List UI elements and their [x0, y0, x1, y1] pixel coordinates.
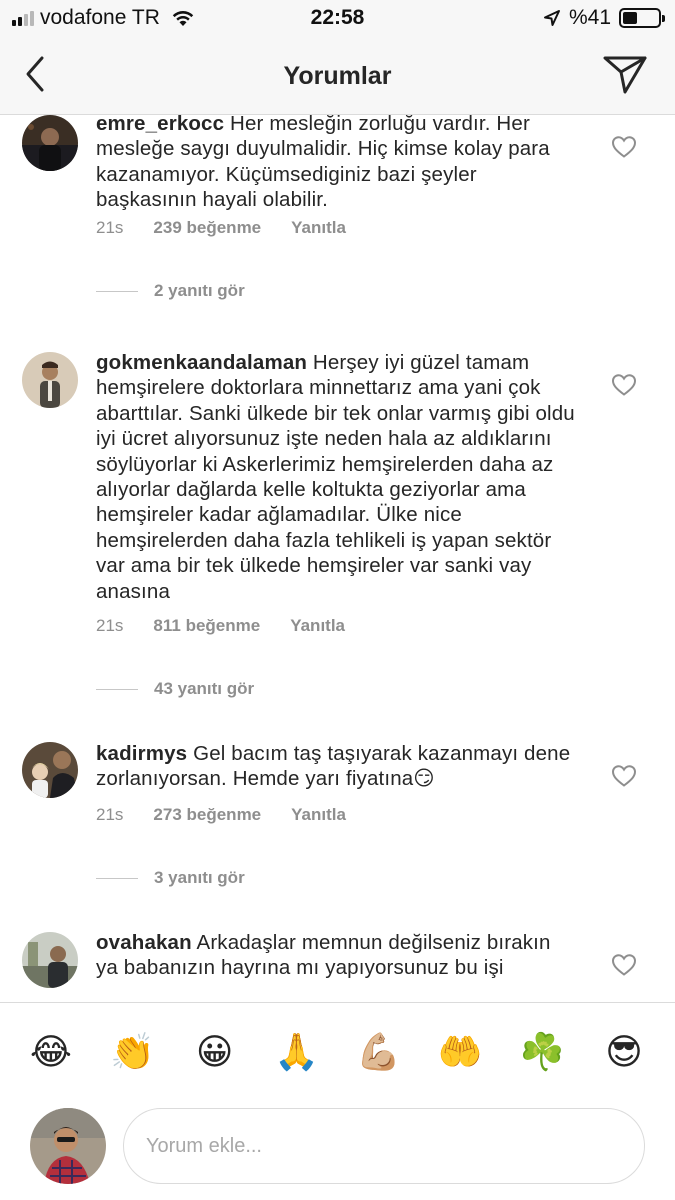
avatar[interactable] — [22, 742, 78, 798]
comment-input[interactable] — [123, 1108, 645, 1184]
battery-percent: %41 — [568, 6, 611, 29]
reply-button[interactable]: Yanıtla — [291, 805, 346, 825]
view-replies-label[interactable]: 2 yanıtı gör — [154, 281, 245, 301]
avatar[interactable] — [22, 932, 78, 988]
status-bar: vodafone TR 22:58 %41 — [0, 0, 675, 38]
comment-likes[interactable]: 273 beğenme — [153, 805, 261, 825]
comment-composer — [0, 1100, 675, 1200]
emoji-grinning-face[interactable]: 😀 — [190, 1031, 240, 1072]
heart-icon[interactable] — [611, 373, 637, 397]
comment-username[interactable]: ovahakan — [96, 931, 192, 954]
emoji-folded-hands[interactable]: 🙏 — [272, 1031, 322, 1072]
location-arrow-icon — [543, 10, 560, 26]
comment-time: 21s — [96, 805, 124, 824]
heart-icon[interactable] — [611, 764, 637, 788]
avatar[interactable] — [22, 115, 78, 171]
paper-plane-icon[interactable] — [601, 52, 649, 96]
view-replies[interactable]: 3 yanıtı gör — [96, 868, 245, 888]
emoji-sunglasses[interactable]: 😎 — [599, 1031, 649, 1072]
comment-list[interactable]: emre_erkocc Her mesleğin zorluğu vardır.… — [0, 115, 675, 1002]
comment-time: 21s — [96, 218, 124, 237]
emoji-quick-bar: 😂 👏 😀 🙏 💪🏼 🤲 ☘️ 😎 — [0, 1002, 675, 1100]
emoji-laughing-tears[interactable]: 😂 — [26, 1031, 76, 1072]
emoji-palms-up[interactable]: 🤲 — [435, 1031, 485, 1072]
comment-likes[interactable]: 811 beğenme — [153, 616, 260, 636]
heart-icon[interactable] — [611, 953, 637, 977]
view-replies-label[interactable]: 3 yanıtı gör — [154, 868, 245, 888]
comment-time: 21s — [96, 616, 124, 635]
battery-icon — [619, 8, 665, 28]
view-replies-label[interactable]: 43 yanıtı gör — [154, 679, 254, 699]
avatar[interactable] — [22, 352, 78, 408]
comment-username[interactable]: kadirmys — [96, 742, 187, 765]
comment-text: Herşey iyi güzel tamam hemşirelere dokto… — [96, 351, 575, 603]
comment-username[interactable]: gokmenkaandalaman — [96, 351, 307, 374]
emoji-clapping-hands[interactable]: 👏 — [108, 1031, 158, 1072]
reply-button[interactable]: Yanıtla — [291, 218, 346, 238]
view-replies[interactable]: 43 yanıtı gör — [96, 679, 254, 699]
reply-button[interactable]: Yanıtla — [290, 616, 345, 636]
emoji-flexed-biceps[interactable]: 💪🏼 — [353, 1031, 403, 1072]
avatar — [30, 1108, 106, 1184]
nav-bar: Yorumlar — [0, 38, 675, 115]
comment-likes[interactable]: 239 beğenme — [153, 218, 261, 238]
view-replies[interactable]: 2 yanıtı gör — [96, 281, 245, 301]
emoji-shamrock[interactable]: ☘️ — [517, 1031, 567, 1072]
battery-level — [623, 12, 637, 24]
page-title: Yorumlar — [283, 62, 392, 90]
heart-icon[interactable] — [611, 135, 637, 159]
comment-username[interactable]: emre_erkocc — [96, 115, 224, 135]
